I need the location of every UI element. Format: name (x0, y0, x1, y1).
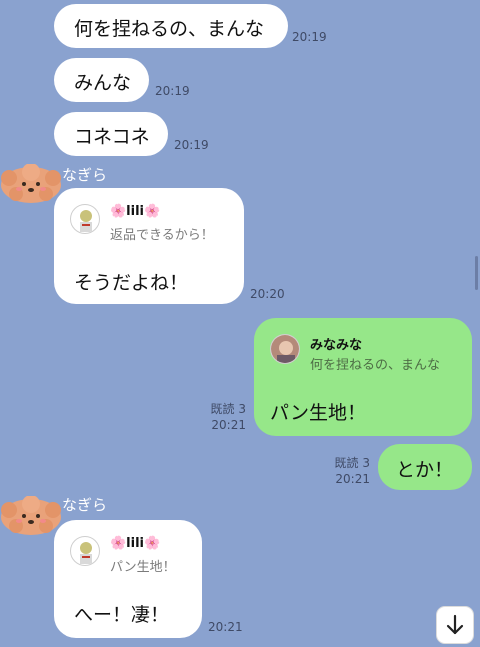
character-avatar-icon (80, 210, 92, 232)
message-text: とか！ (396, 459, 454, 481)
message-bubble[interactable]: 🌸lili🌸 パン生地！ へー！凄！ (54, 520, 202, 638)
reply-snippet: 何を捏ねるの、まんな (310, 358, 441, 373)
sender-name: なぎら (62, 166, 108, 184)
sender-avatar[interactable] (0, 163, 62, 204)
reply-author: 🌸lili🌸 (110, 204, 161, 219)
sender-avatar[interactable] (0, 495, 62, 536)
message-text: へー！凄！ (74, 604, 170, 626)
message-text: 何を捏ねるの、まんな (74, 18, 265, 40)
reply-avatar (270, 334, 300, 364)
read-receipt: 既読 3 (334, 456, 370, 470)
reply-snippet: パン生地！ (110, 560, 176, 575)
message-time: 20:21 (335, 472, 370, 486)
message-text: パン生地！ (270, 402, 366, 424)
message-text: コネコネ (74, 126, 150, 148)
sender-name: なぎら (62, 496, 108, 514)
message-time: 20:21 (211, 418, 246, 432)
reply-snippet: 返品できるから！ (110, 228, 214, 243)
read-receipt: 既読 3 (210, 402, 246, 416)
message-bubble[interactable]: コネコネ (54, 112, 168, 156)
message-time: 20:19 (155, 84, 190, 98)
message-text: みんな (74, 72, 132, 94)
message-bubble[interactable]: とか！ (378, 444, 472, 490)
scroll-to-bottom-button[interactable] (436, 606, 474, 644)
message-bubble[interactable]: 🌸lili🌸 返品できるから！ そうだよね！ (54, 188, 244, 304)
message-text: そうだよね！ (74, 272, 189, 294)
character-avatar-icon (80, 542, 92, 564)
fluffy-dog-avatar-icon (1, 163, 61, 203)
reply-quote[interactable]: みなみな 何を捏ねるの、まんな (270, 334, 466, 374)
reply-avatar (70, 536, 100, 566)
scrollbar-thumb[interactable] (475, 256, 478, 290)
user-photo-avatar-icon (271, 335, 299, 363)
fluffy-dog-avatar-icon (1, 495, 61, 535)
message-time: 20:20 (250, 287, 285, 301)
chat-message-list[interactable]: 何を捏ねるの、まんな 20:19 みんな 20:19 コネコネ 20:19 なぎ… (0, 0, 480, 644)
reply-avatar (70, 204, 100, 234)
message-bubble[interactable]: みんな (54, 58, 149, 102)
message-time: 20:19 (292, 30, 327, 44)
arrow-down-icon (446, 614, 464, 635)
message-time: 20:19 (174, 138, 209, 152)
reply-author: みなみな (310, 338, 363, 353)
message-bubble[interactable]: 何を捏ねるの、まんな (54, 4, 288, 48)
reply-quote[interactable]: 🌸lili🌸 返品できるから！ (70, 204, 240, 244)
reply-quote[interactable]: 🌸lili🌸 パン生地！ (70, 536, 198, 576)
message-bubble[interactable]: みなみな 何を捏ねるの、まんな パン生地！ (254, 318, 472, 436)
reply-author: 🌸lili🌸 (110, 536, 161, 551)
message-time: 20:21 (208, 620, 243, 634)
